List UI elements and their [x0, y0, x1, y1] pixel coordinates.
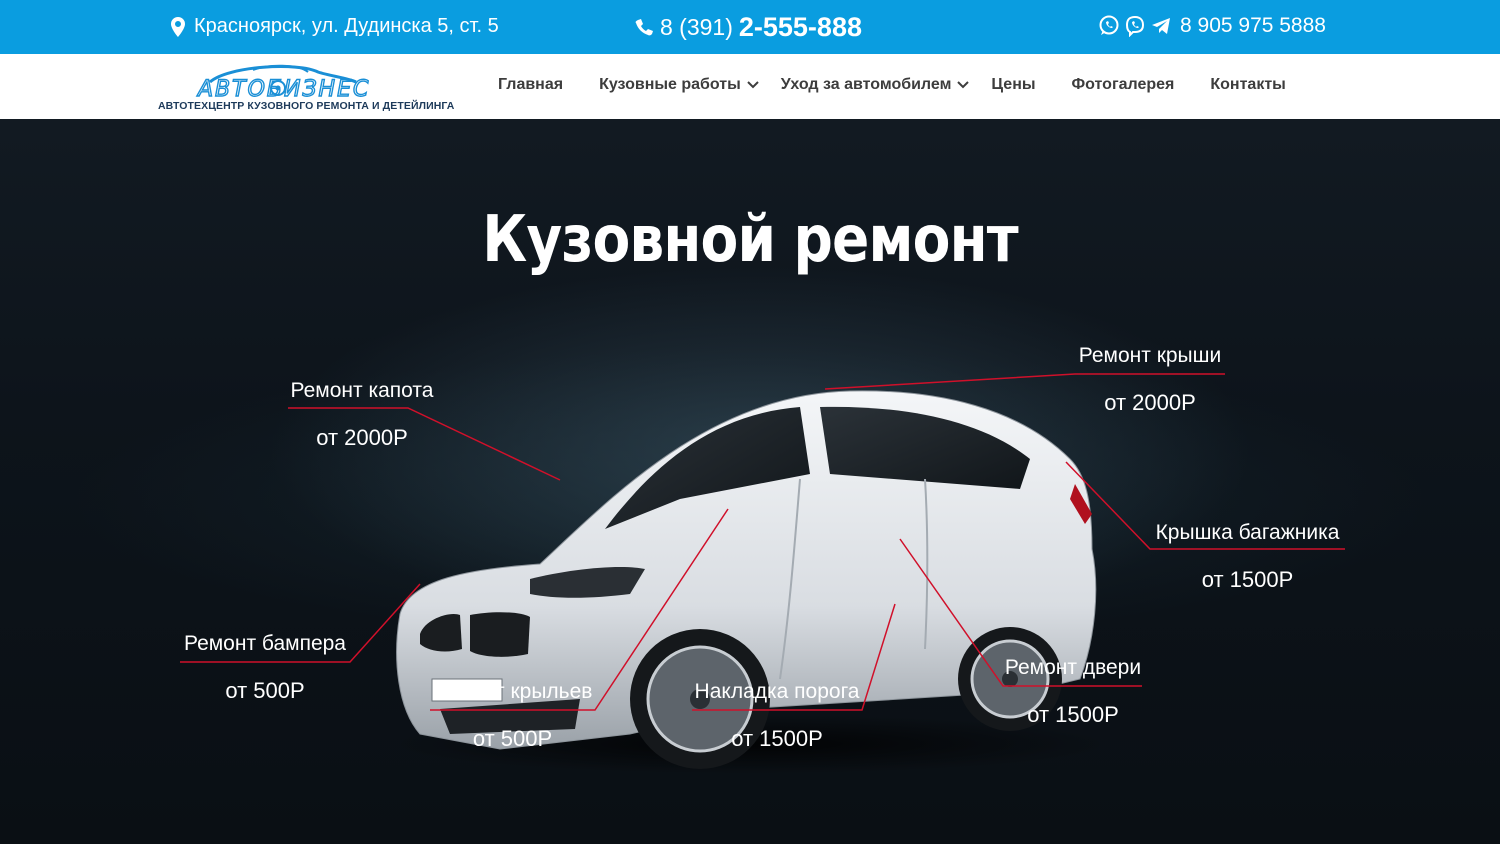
service-trunk[interactable]: Крышка багажника от 1500Р — [1150, 521, 1345, 593]
hero-section: Кузовной ремонт Ремонт капота от 2000Р Р… — [0, 119, 1500, 844]
service-price: от 2000Р — [316, 425, 408, 450]
service-price: от 1500Р — [1201, 567, 1294, 592]
nav-label: Главная — [498, 76, 564, 93]
service-name: Ремонт крыши — [1078, 344, 1222, 367]
nav-item-gallery[interactable]: Фотогалерея — [1072, 76, 1175, 94]
logo-tagline: АВТОТЕХЦЕНТР КУЗОВНОГО РЕМОНТА И ДЕТЕЙЛИ… — [158, 100, 455, 112]
service-bumper[interactable]: Ремонт бампера от 500Р — [180, 632, 350, 704]
telegram-icon[interactable] — [1150, 15, 1172, 37]
logo-text: АВТОБИЗНЕС — [196, 77, 370, 100]
logo-car-icon: АВТОБИЗНЕС — [195, 64, 370, 103]
viber-icon[interactable] — [1124, 15, 1146, 37]
service-price: от 500Р — [472, 726, 553, 751]
service-name: Накладка порога — [694, 680, 860, 703]
address-text: Красноярск, ул. Дудинска 5, ст. 5 — [194, 15, 499, 37]
service-name: Ремонт бампера — [183, 632, 346, 655]
chevron-down-icon — [957, 81, 970, 89]
service-price: от 1500Р — [1027, 702, 1119, 727]
service-hood[interactable]: Ремонт капота от 2000Р — [288, 379, 436, 451]
phone-icon — [635, 18, 653, 35]
service-price: от 2000Р — [1104, 390, 1196, 415]
service-door[interactable]: Ремонт двери от 1500Р — [1003, 656, 1143, 728]
phone-main: 2-555-888 — [738, 12, 862, 42]
service-sill[interactable]: Накладка порога от 1500Р — [692, 680, 862, 752]
service-roof[interactable]: Ремонт крыши от 2000Р — [1075, 344, 1225, 416]
logo[interactable]: АВТОБИЗНЕС АВТОТЕХЦЕНТР КУЗОВНОГО РЕМОНТ… — [158, 60, 454, 116]
site-header: АВТОБИЗНЕС АВТОТЕХЦЕНТР КУЗОВНОГО РЕМОНТ… — [0, 54, 1500, 119]
nav-label: Фотогалерея — [1071, 76, 1175, 93]
whatsapp-icon[interactable] — [1098, 15, 1120, 37]
phone-link[interactable]: 8 (391) 2-555-888 — [634, 12, 862, 43]
phone-prefix: 8 (391) — [660, 14, 733, 40]
nav-label: Кузовные работы — [599, 76, 741, 93]
service-price: от 1500Р — [731, 726, 823, 751]
top-bar: Красноярск, ул. Дудинска 5, ст. 5 8 (391… — [0, 0, 1500, 54]
chevron-down-icon — [747, 81, 759, 89]
service-name: Ремонт двери — [1004, 656, 1142, 679]
map-pin-icon — [171, 16, 185, 37]
mobile-number: 8 905 975 5888 — [1180, 14, 1326, 37]
nav-item-car-care[interactable]: Уход за автомобилем — [781, 76, 970, 94]
nav-item-body-works[interactable]: Кузовные работы — [599, 76, 759, 94]
nav-item-home[interactable]: Главная — [498, 76, 563, 94]
nav-label: Уход за автомобилем — [780, 76, 952, 93]
service-price: от 500Р — [225, 678, 305, 703]
service-fenders[interactable]: Ремонт крыльев от 500Р — [430, 680, 595, 752]
nav-label: Контакты — [1210, 76, 1286, 93]
nav-label: Цены — [991, 76, 1036, 93]
nav-item-prices[interactable]: Цены — [991, 76, 1035, 94]
main-nav: Главная Кузовные работы Уход за автомоби… — [498, 76, 1286, 94]
service-name: Ремонт капота — [290, 379, 434, 402]
service-name: Ремонт крыльев — [432, 680, 593, 703]
nav-item-contacts[interactable]: Контакты — [1210, 76, 1285, 94]
service-name: Крышка багажника — [1155, 521, 1340, 544]
messenger-contacts: 8 905 975 5888 — [1098, 14, 1326, 38]
address: Красноярск, ул. Дудинска 5, ст. 5 — [168, 15, 499, 38]
hero-title: Кузовной ремонт — [482, 203, 1018, 277]
